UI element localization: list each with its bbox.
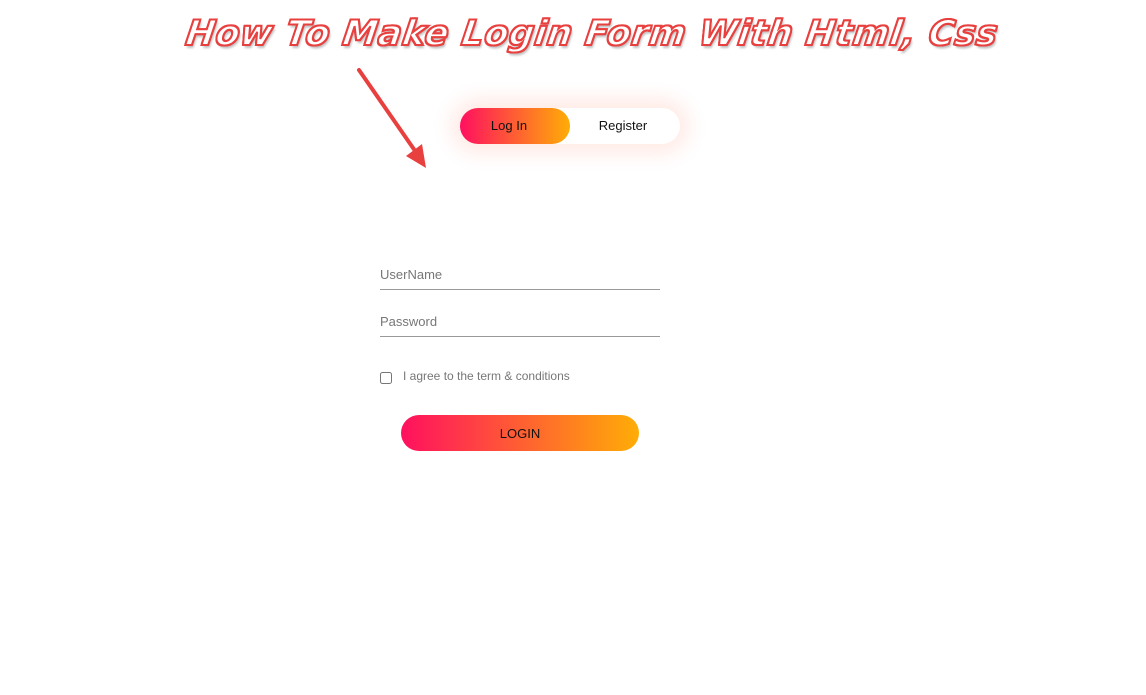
login-page: How To Make Login Form With Html, Css Lo… bbox=[0, 0, 1146, 695]
agree-terms-checkbox[interactable] bbox=[380, 372, 392, 384]
password-input[interactable] bbox=[380, 306, 660, 337]
auth-toggle: Log In Register bbox=[460, 108, 680, 144]
agree-terms-label: I agree to the term & conditions bbox=[403, 369, 570, 383]
annotation-arrow-icon bbox=[357, 68, 426, 168]
register-tab-button[interactable]: Register bbox=[568, 108, 678, 144]
login-submit-button[interactable]: LOGIN bbox=[401, 415, 639, 451]
login-tab-button[interactable]: Log In bbox=[454, 108, 564, 144]
tutorial-title: How To Make Login Form With Html, Css bbox=[182, 13, 1001, 55]
username-input[interactable] bbox=[380, 259, 660, 290]
